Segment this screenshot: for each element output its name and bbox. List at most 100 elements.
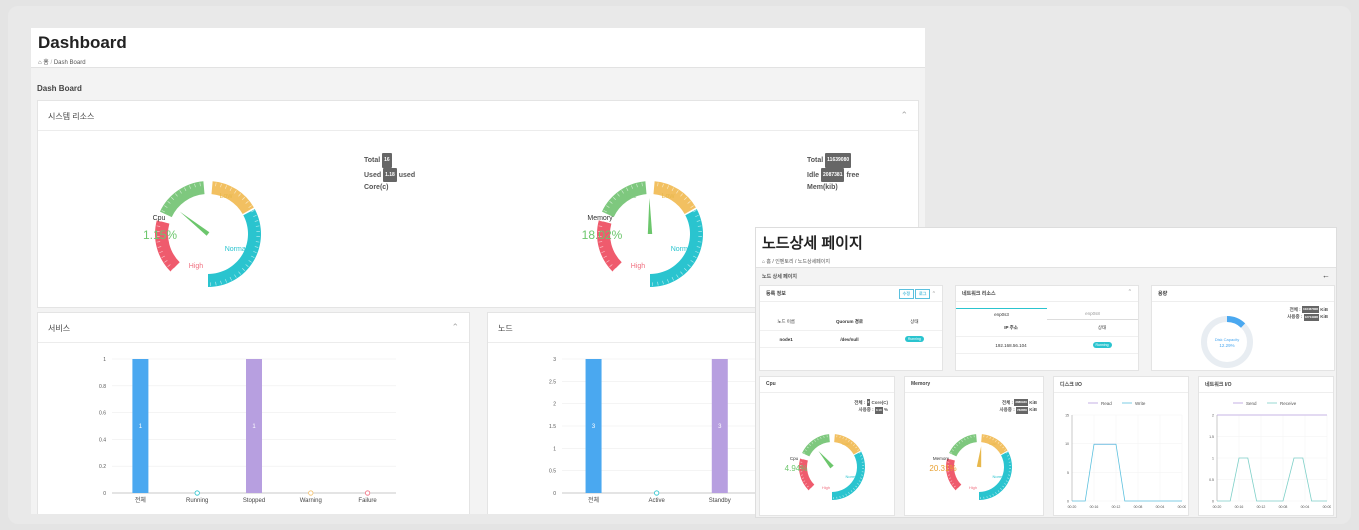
panel-title: 서비스 [48,324,71,333]
arrow-left-icon[interactable]: ← [1322,271,1330,280]
bar-zero-marker[interactable] [654,490,660,496]
edit-button[interactable]: 수정 [898,289,915,299]
gauge-label-normal: Normal [671,246,694,253]
panel-title: 시스템 리소스 [48,112,95,121]
cpu-total-badge: 16 [382,153,392,168]
log-button[interactable]: 로그 [915,289,931,299]
gauge-label-normal: Normal [225,246,248,253]
x-tick-label: 00:08 [1279,505,1288,509]
tab-enp0s3[interactable]: enp0s3 [956,308,1047,320]
disk-io-chart: Read Write 0 5 10 15 00:20 00:16 00:12 00:08 00:04… [1065,401,1186,509]
x-tick-label: Active [648,498,665,504]
x-tick-label: 00:04 [1156,505,1165,509]
memory-panel: Memory 전체 : 3880940 KiB 사용중 : 783856 KiB… [904,376,1044,516]
x-tick-label: 00:20 [1068,505,1077,509]
panel-header: 서비스 ⌃ [38,313,469,343]
y-tick-label: 0 [1067,500,1069,504]
memory-info: 전체 : 3880940 KiB 사용중 : 783856 KiB [999,399,1037,414]
y-tick-label: 0.5 [549,469,556,475]
y-tick-label: 10 [1065,442,1069,446]
y-tick-label: 3 [553,357,556,363]
page-title: Dashboard [38,33,127,52]
y-tick-label: 0.2 [99,464,106,470]
collapse-icon[interactable]: ⌃ [900,110,908,121]
y-tick-label: 1.5 [1209,435,1214,439]
x-tick-label: 00:12 [1112,505,1121,509]
panel-header: 등록 정보 수정 로그 ⌃ [760,286,942,302]
y-tick-label: 0 [1212,500,1214,504]
panel-header: 용량 [1152,286,1334,302]
table-header: 노드 이름 Quorum 경로 상태 [760,314,942,331]
x-tick-label: 00:20 [1213,505,1222,509]
cpu-gauge: Idle Low Normal High Cpu 1.15% [143,181,261,287]
x-tick-label: 00:08 [1134,505,1143,509]
legend-label[interactable]: Receive [1280,401,1297,406]
cpu-gauge: Idle Low Normal High Cpu 4.94% [785,434,865,500]
capacity-donut: Disk Capacity 12.29% [1201,316,1253,368]
collapse-icon[interactable]: ⌃ [932,291,936,297]
gauge-zone-idle [601,181,647,218]
section-label: 노드 상세 페이지 [762,274,797,280]
cpu-info: 전체 : 2 Core(C) 사용중 : 0.10 % [854,399,888,414]
series-line[interactable] [1072,443,1182,502]
disk-io-panel: 디스크 I/O Read Write 0 5 10 15 00:20 00:16 00:12 00… [1053,376,1189,516]
x-tick-label: 00:16 [1090,505,1099,509]
x-tick-label: 전체 [588,496,599,504]
panel-header: Memory [905,377,1043,393]
y-tick-label: 1 [1212,457,1214,461]
collapse-icon[interactable]: ⌃ [451,322,459,333]
section-label: Dash Board [37,84,82,93]
svg-text:Low: Low [842,441,849,446]
network-tabs: enp0s3 enp0s8 [956,308,1138,320]
y-tick-label: 2 [553,402,556,408]
gauge-zone-low [211,181,254,214]
panel-header: Cpu [760,377,894,393]
gauge-needle [976,446,982,468]
home-icon[interactable]: ⌂ [38,60,42,66]
network-resource-panel: 네트워크 리소스 ⌃ enp0s3 enp0s8 IP 주소 상태 192.16… [955,285,1139,371]
gauge-label-low: Low [662,193,676,200]
page-title: 노드상세 페이지 [762,235,863,252]
y-tick-label: 0 [103,491,106,497]
bar-zero-marker[interactable] [194,490,200,496]
capacity-panel: 용량 전체 : 103467808 KiB 사용중 : 12714928 KiB… [1151,285,1335,371]
breadcrumb-home[interactable]: 홈 [43,60,49,66]
bar-zero-marker[interactable] [364,490,371,496]
x-tick-label: 00:12 [1257,505,1266,509]
bar-zero-marker[interactable] [308,490,314,496]
gauge-label-low: Low [220,193,234,200]
gauge-value: 1.15% [143,228,177,242]
service-panel: 서비스 ⌃ 0 0.2 0.4 0.6 0.8 1 1 전체 Running 1 Stopped Wa… [37,312,470,514]
legend-label[interactable]: Read [1101,401,1112,406]
legend-label[interactable]: Write [1135,401,1146,406]
cpu-panel: Cpu 전체 : 2 Core(C) 사용중 : 0.10 % Idle Low… [759,376,895,516]
tab-enp0s8[interactable]: enp0s8 [1047,308,1138,320]
info-table: 노드 이름 Quorum 경로 상태 node1 /dev/null Runni… [760,314,942,348]
svg-text:Idle: Idle [815,441,822,446]
status-badge: Running [1092,342,1112,348]
y-tick-label: 0.5 [1209,478,1214,482]
gauge-name: Memory [587,215,613,222]
table-row: node1 /dev/null Running [760,330,942,348]
x-tick-label: Stopped [243,498,265,504]
panel-header: 시스템 리소스 ⌃ [38,101,918,131]
y-tick-label: 1 [103,357,106,363]
svg-text:Memory: Memory [933,456,950,461]
gauge-label-idle: Idle [625,193,636,200]
y-tick-label: 15 [1065,414,1069,418]
svg-text:Cpu: Cpu [790,456,799,461]
y-tick-label: 1 [553,446,556,452]
y-tick-label: 2.5 [549,379,556,385]
gauge-needle [818,450,834,469]
x-tick-label: Warning [300,498,322,504]
table-header: IP 주소 상태 [956,320,1138,337]
y-tick-label: 5 [1067,471,1069,475]
home-icon[interactable]: ⌂ [762,259,765,265]
svg-text:4.94%: 4.94% [785,464,808,473]
page-header: Dashboard ⌂ 홈 / Dash Board [31,28,925,68]
svg-text:Disk Capacity: Disk Capacity [1215,337,1239,342]
gauge-value: 18.02% [582,228,623,242]
network-io-chart: Send Receive 0 0.5 1 1.5 2 00:20 00:16 00:12 00:08… [1209,401,1331,509]
collapse-icon[interactable]: ⌃ [1128,289,1132,295]
legend-label[interactable]: Send [1246,401,1257,406]
